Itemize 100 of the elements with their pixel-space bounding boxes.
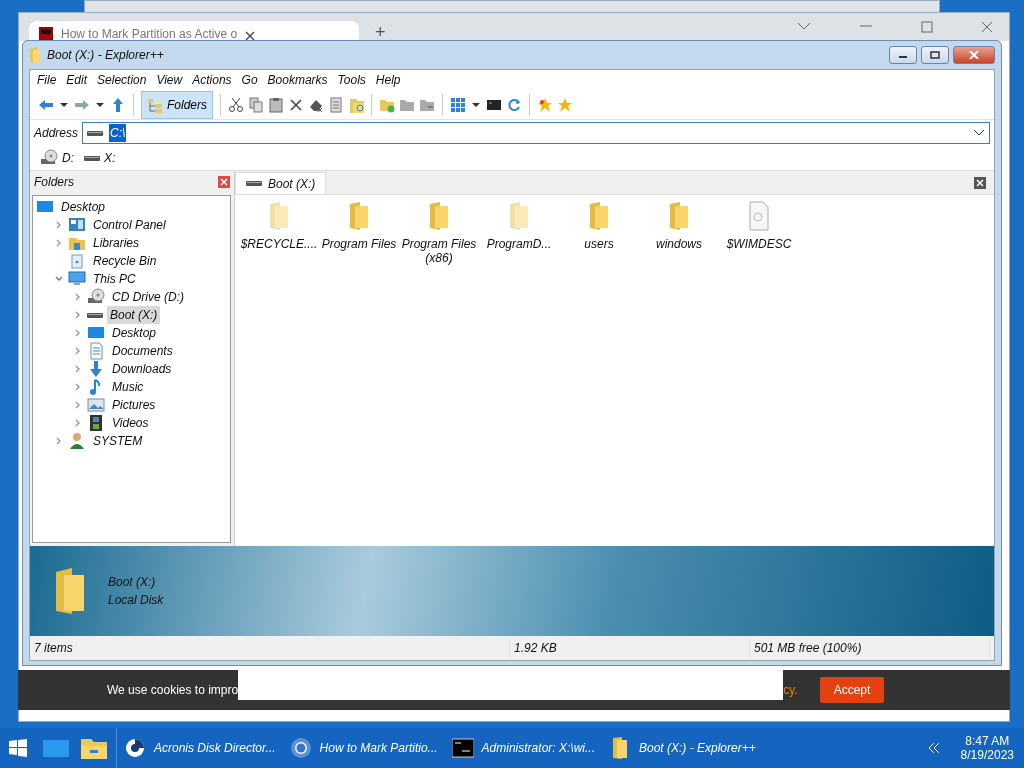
chevron-right-icon[interactable] xyxy=(74,365,82,373)
file-name[interactable]: ProgramD... xyxy=(486,237,552,252)
menu-item[interactable]: Actions xyxy=(187,71,237,89)
chevron-down-icon[interactable] xyxy=(55,275,63,283)
refresh-icon[interactable] xyxy=(506,96,522,113)
taskbar-button[interactable]: Boot (X:) - Explorer++ xyxy=(602,728,763,768)
chevron-right-icon[interactable] xyxy=(74,419,82,427)
minimize-button[interactable] xyxy=(889,46,917,64)
terminal-icon xyxy=(451,737,474,759)
chevron-right-icon[interactable] xyxy=(74,293,82,301)
menu-item[interactable]: Tools xyxy=(332,71,371,89)
start-icon[interactable] xyxy=(8,738,28,758)
tree-item[interactable]: Downloads xyxy=(109,360,175,378)
cookie-link[interactable]: cy. xyxy=(783,681,798,699)
disc-drive-icon xyxy=(40,149,58,167)
restore-button[interactable] xyxy=(921,46,949,64)
folder-tree-icon xyxy=(147,96,163,113)
file-name[interactable]: $WIMDESC xyxy=(726,237,792,252)
chevron-right-icon[interactable] xyxy=(55,239,63,247)
chevron-right-icon[interactable] xyxy=(55,221,63,229)
drive-button[interactable]: D: xyxy=(40,149,74,167)
menu-item[interactable]: Help xyxy=(370,71,406,89)
close-button[interactable] xyxy=(953,46,995,64)
computer-icon xyxy=(68,270,86,288)
close-icon[interactable] xyxy=(218,176,230,188)
menu-item[interactable]: File xyxy=(32,71,62,89)
browser-icon xyxy=(289,737,312,759)
tree-item[interactable]: Boot (X:) xyxy=(107,306,161,324)
taskbar-button[interactable]: Acronis Disk Director... xyxy=(116,728,283,768)
chevron-right-icon[interactable] xyxy=(55,437,63,445)
close-icon xyxy=(969,51,979,59)
file-name[interactable]: Program Files (x86) xyxy=(399,237,479,266)
site-logo-icon xyxy=(39,27,53,41)
tree-item[interactable]: Recycle Bin xyxy=(90,252,160,270)
folders-button[interactable]: Folders xyxy=(141,90,213,119)
star-icon[interactable] xyxy=(557,96,573,113)
chevron-right-icon[interactable] xyxy=(74,347,82,355)
user-icon xyxy=(68,432,86,450)
menu-item[interactable]: View xyxy=(151,71,188,89)
tree-item[interactable]: Videos xyxy=(109,414,152,432)
status-text: 1.92 KB xyxy=(510,639,750,657)
clock-time: 8:47 AM xyxy=(964,733,1011,748)
tree-item[interactable]: This PC xyxy=(90,270,139,288)
drive-type: Local Disk xyxy=(108,592,164,609)
disc-drive-icon xyxy=(87,288,105,306)
chevron-right-icon[interactable] xyxy=(74,401,82,409)
folder-icon[interactable] xyxy=(80,736,108,760)
close-icon[interactable] xyxy=(981,21,993,33)
clock-date: 8/19/2023 xyxy=(960,748,1014,763)
menu-item[interactable]: Go xyxy=(236,71,263,89)
new-tab-button[interactable]: + xyxy=(375,24,386,40)
disk-chart-icon xyxy=(124,737,146,759)
file-name[interactable]: users xyxy=(584,237,614,252)
delete-icon[interactable] xyxy=(288,96,304,113)
grid-view-icon[interactable] xyxy=(450,96,466,113)
tree-item[interactable]: CD Drive (D:) xyxy=(109,288,187,306)
clipboard-icon[interactable] xyxy=(268,96,284,113)
close-icon[interactable] xyxy=(974,177,986,189)
status-text: 7 items xyxy=(30,639,510,657)
taskbar-button[interactable]: Administrator: X:\wi... xyxy=(444,728,602,768)
browser-tab[interactable]: How to Mark Partition as Active o xyxy=(29,21,359,41)
accept-button[interactable]: Accept xyxy=(819,677,885,703)
drive-button[interactable]: X: xyxy=(84,149,116,167)
tree-item[interactable]: SYSTEM xyxy=(90,432,146,450)
taskbar-button[interactable]: How to Mark Partitio... xyxy=(282,728,445,768)
tree-item[interactable]: Desktop xyxy=(109,324,160,342)
drive-icon xyxy=(246,181,262,186)
chevron-right-icon[interactable] xyxy=(74,311,82,319)
tree-item[interactable]: Documents xyxy=(109,342,176,360)
up-arrow-icon[interactable] xyxy=(110,96,126,113)
menu-item[interactable]: Edit xyxy=(61,71,93,89)
copy-icon[interactable] xyxy=(248,96,264,113)
tree-item[interactable]: Pictures xyxy=(109,396,159,414)
folder-tab[interactable]: Boot (X:) xyxy=(235,172,327,194)
chevron-right-icon[interactable] xyxy=(74,383,82,391)
chevron-right-icon[interactable] xyxy=(74,329,82,337)
chevron-down-icon[interactable] xyxy=(797,21,811,31)
restore-icon xyxy=(930,51,940,59)
tree-item[interactable]: Libraries xyxy=(90,234,143,252)
cookie-text: We use cookies to impro xyxy=(107,682,239,699)
file-name[interactable]: windows xyxy=(656,237,702,252)
address-field[interactable]: C:\ xyxy=(82,122,990,144)
menu-item[interactable]: Bookmarks xyxy=(262,71,333,89)
close-icon[interactable] xyxy=(245,31,256,41)
picture-icon xyxy=(87,396,105,414)
film-icon xyxy=(87,414,105,432)
recycle-bin-icon xyxy=(68,252,86,270)
chevron-left-icon[interactable] xyxy=(926,742,941,754)
file-name[interactable]: Program Files xyxy=(321,237,397,252)
tree-item[interactable]: Control Panel xyxy=(90,216,169,234)
tree-item[interactable]: Music xyxy=(109,378,147,396)
drive-name: Boot (X:) xyxy=(108,574,157,591)
document-icon xyxy=(87,342,105,360)
scissors-icon[interactable] xyxy=(228,96,244,113)
tree-item[interactable]: Desktop xyxy=(58,198,109,216)
maximize-icon[interactable] xyxy=(921,21,933,33)
menu-item[interactable]: Selection xyxy=(92,71,152,89)
file-name[interactable]: $RECYCLE.... xyxy=(240,237,318,252)
star-icon[interactable] xyxy=(537,96,553,113)
folder-search-icon[interactable] xyxy=(348,96,364,113)
